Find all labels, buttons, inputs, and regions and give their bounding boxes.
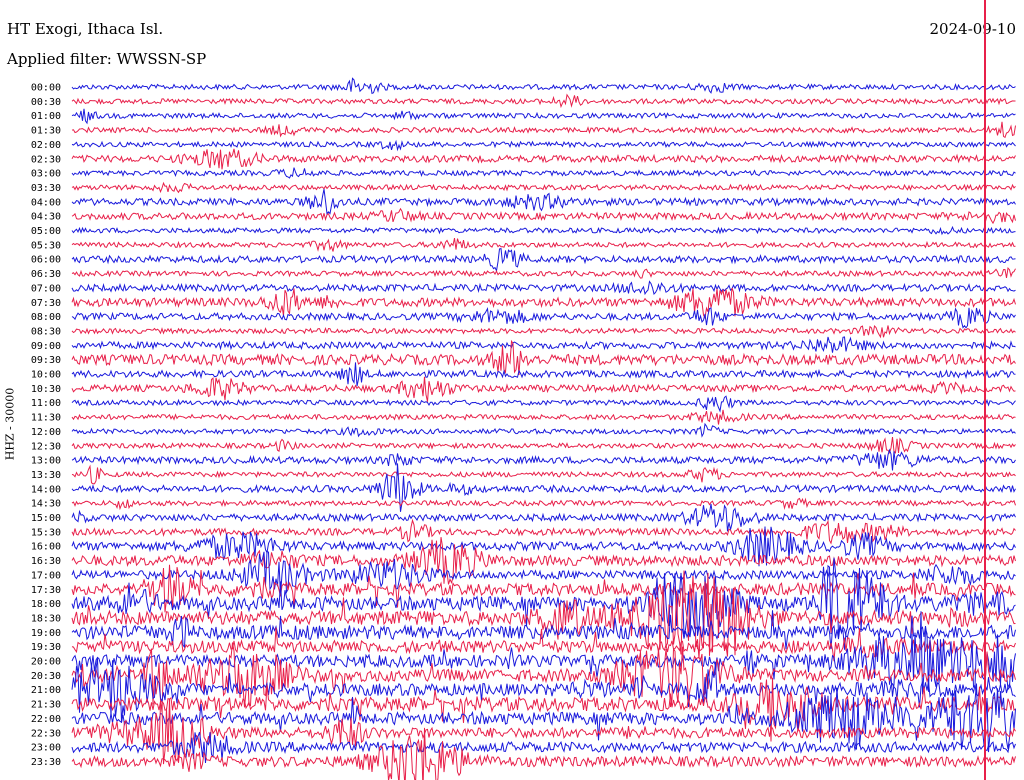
trace-row — [71, 518, 1016, 545]
trace-row — [71, 108, 1016, 125]
time-tick-label: 08:00 — [31, 312, 61, 323]
time-tick-label: 16:30 — [31, 556, 61, 567]
trace-row — [71, 148, 1016, 170]
time-tick-label: 19:00 — [31, 628, 61, 639]
time-tick-label: 14:00 — [31, 484, 61, 495]
trace-row — [71, 376, 1016, 402]
trace-row — [71, 503, 1016, 532]
trace-row — [71, 267, 1016, 279]
time-tick-label: 04:30 — [31, 212, 61, 223]
time-tick-label: 10:00 — [31, 370, 61, 381]
time-tick-label: 06:30 — [31, 269, 61, 280]
time-tick-label: 03:30 — [31, 183, 61, 194]
time-tick-label: 17:30 — [31, 585, 61, 596]
trace-row — [71, 189, 1016, 215]
time-tick-label: 11:00 — [31, 398, 61, 409]
time-tick-label: 02:00 — [31, 140, 61, 151]
trace-row — [71, 409, 1016, 425]
time-tick-label: 01:00 — [31, 111, 61, 122]
trace-row — [71, 463, 1016, 512]
trace-row — [71, 280, 1016, 296]
time-tick-label: 12:30 — [31, 441, 61, 452]
time-tick-label: 15:00 — [31, 513, 61, 524]
trace-row — [71, 207, 1016, 225]
trace-row — [71, 225, 1016, 236]
time-tick-label: 19:30 — [31, 642, 61, 653]
time-tick-label: 18:00 — [31, 599, 61, 610]
time-tick-label: 01:30 — [31, 126, 61, 137]
time-tick-label: 00:30 — [31, 97, 61, 108]
time-tick-label: 09:30 — [31, 355, 61, 366]
trace-row — [71, 683, 1016, 753]
trace-row — [71, 237, 1016, 252]
time-tick-label: 02:30 — [31, 154, 61, 165]
trace-row — [71, 422, 1016, 438]
trace-row — [71, 139, 1016, 152]
trace-row — [71, 336, 1016, 353]
time-tick-label: 07:30 — [31, 298, 61, 309]
time-tick-label: 13:00 — [31, 456, 61, 467]
trace-row — [71, 448, 1016, 471]
time-tick-label: 18:30 — [31, 613, 61, 624]
trace-row — [71, 395, 1016, 413]
trace-row — [71, 287, 1016, 320]
trace-row — [71, 181, 1016, 194]
time-tick-label: 10:30 — [31, 384, 61, 395]
time-tick-label: 14:30 — [31, 499, 61, 510]
time-tick-label: 11:30 — [31, 413, 61, 424]
time-tick-labels: 00:00 00:30 01:00 01:30 02:00 02:30 03:00 03:30… — [31, 83, 61, 768]
helicorder-plot: 00:00 00:30 01:00 01:30 02:00 02:30 03:00 03:30… — [31, 0, 1016, 780]
trace-row — [71, 307, 1016, 329]
time-tick-label: 22:30 — [31, 728, 61, 739]
time-tick-label: 21:30 — [31, 700, 61, 711]
time-tick-label: 20:30 — [31, 671, 61, 682]
trace-row — [71, 437, 1016, 455]
trace-row — [71, 464, 1016, 485]
time-tick-label: 23:00 — [31, 743, 61, 754]
time-tick-label: 06:00 — [31, 255, 61, 266]
trace-row — [71, 167, 1016, 179]
time-tick-label: 21:00 — [31, 685, 61, 696]
time-tick-label: 22:00 — [31, 714, 61, 725]
trace-row — [71, 93, 1016, 109]
time-tick-label: 08:30 — [31, 326, 61, 337]
trace-row — [71, 121, 1016, 139]
trace-row — [71, 537, 1016, 585]
trace-row — [71, 248, 1016, 273]
trace-row — [71, 497, 1016, 511]
time-tick-label: 03:00 — [31, 169, 61, 180]
time-tick-label: 07:00 — [31, 283, 61, 294]
seismic-traces — [71, 77, 1016, 780]
trace-row — [71, 564, 1016, 613]
time-tick-label: 05:00 — [31, 226, 61, 237]
time-tick-label: 16:00 — [31, 542, 61, 553]
time-tick-label: 04:00 — [31, 197, 61, 208]
time-tick-label: 13:30 — [31, 470, 61, 481]
time-tick-label: 23:30 — [31, 757, 61, 768]
time-tick-label: 00:00 — [31, 83, 61, 94]
time-tick-label: 15:30 — [31, 527, 61, 538]
time-tick-label: 12:00 — [31, 427, 61, 438]
time-tick-label: 09:00 — [31, 341, 61, 352]
trace-row — [71, 732, 1016, 764]
trace-row — [71, 324, 1016, 339]
time-tick-label: 05:30 — [31, 240, 61, 251]
trace-row — [71, 77, 1016, 95]
time-tick-label: 17:00 — [31, 570, 61, 581]
time-tick-label: 20:00 — [31, 657, 61, 668]
